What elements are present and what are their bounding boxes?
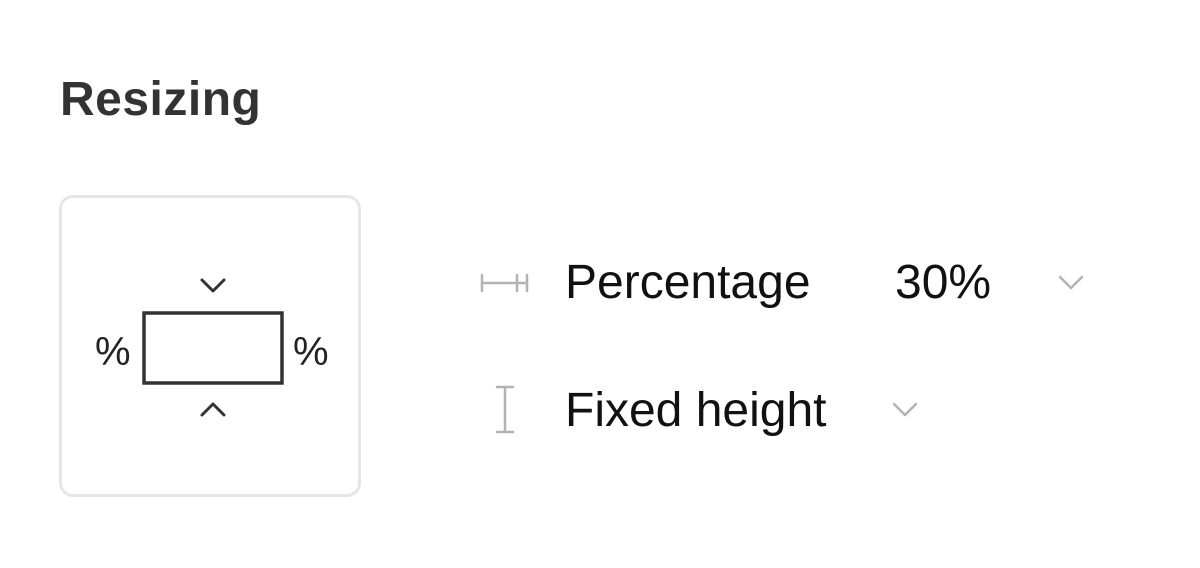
width-row: Percentage 30% [470,248,1110,318]
width-mode-label[interactable]: Percentage [565,248,811,318]
constraint-widget[interactable]: % % [59,195,361,497]
resizing-panel: Resizing % % Percentage 30% Fixed height [0,0,1200,568]
horizontal-resize-icon [480,273,529,293]
height-mode-label[interactable]: Fixed height [565,376,827,446]
height-mode-chevron-down-icon[interactable] [887,376,927,446]
height-row: Fixed height [470,376,930,446]
section-title: Resizing [60,73,262,126]
bottom-constraint-chevron-up-icon[interactable] [200,402,226,417]
left-constraint-label[interactable]: % [95,332,131,372]
width-value[interactable]: 30% [895,248,991,318]
vertical-resize-icon [495,385,515,434]
frame-rectangle [142,311,284,385]
width-mode-chevron-down-icon[interactable] [1053,248,1093,318]
right-constraint-label[interactable]: % [293,332,329,372]
top-constraint-chevron-down-icon[interactable] [200,278,226,293]
